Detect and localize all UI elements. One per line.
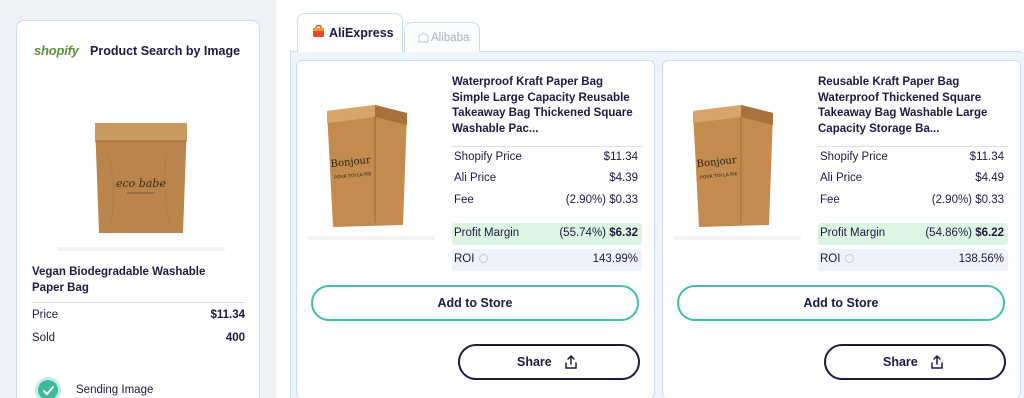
tab-label: Alibaba [431,32,470,44]
profit-label: Profit Margin [820,227,886,239]
profit-amount: $6.22 [975,227,1004,239]
image-shadow [57,247,225,251]
divider [32,302,245,303]
share-button[interactable]: Share [458,344,640,380]
info-icon[interactable] [845,254,855,263]
fee-row: Fee (2.90%) $0.33 [452,190,642,212]
check-icon [35,377,61,398]
info-icon[interactable] [479,254,489,263]
result-title[interactable]: Waterproof Kraft Paper Bag Simple Large … [452,75,642,137]
sold-value: 400 [225,332,245,344]
shopify-price-label: Shopify Price [454,151,522,163]
share-label: Share [517,355,552,369]
price-label: Price [32,309,59,321]
source-product-card: shopify Product Search by Image eco babe… [16,20,260,398]
price-value: $11.34 [210,309,245,321]
shopify-price-row: Shopify Price $11.34 [818,146,1008,168]
result-card: Bonjour POUR TOI LA RIE Reusable Kraft P… [662,60,1021,398]
result-product-image: Bonjour POUR TOI LA RIE [327,105,407,227]
profit-margin-row: Profit Margin (55.74%) $6.32 [452,223,642,245]
ali-price-value: $4.49 [975,172,1004,184]
roi-label-wrap: ROI [454,253,489,265]
roi-label-wrap: ROI [820,253,855,265]
sold-label: Sold [32,332,56,344]
share-icon [931,355,943,369]
profit-margin-row: Profit Margin (54.86%) $6.22 [818,223,1008,245]
fee-value: (2.90%) $0.33 [931,194,1004,206]
profit-value: (55.74%) $6.32 [559,227,638,239]
share-button[interactable]: Share [824,344,1006,380]
roi-row: ROI 143.99% [452,249,642,271]
sending-status: Sending Image [76,384,154,396]
profit-amount: $6.32 [609,227,638,239]
bag-print-text: eco babe [116,177,166,190]
ali-price-row: Ali Price $4.39 [452,168,642,190]
shopify-price-row: Shopify Price $11.34 [452,146,642,168]
result-product-image: Bonjour POUR TOI LA RIE [693,105,773,227]
ali-price-label: Ali Price [820,172,863,184]
tab-alibaba[interactable]: Alibaba [404,22,480,52]
panel-title: Product Search by Image [90,44,241,58]
add-to-store-button[interactable]: Add to Store [677,285,1005,321]
roi-value: 143.99% [592,253,638,265]
fee-label: Fee [454,194,474,206]
roi-row: ROI 138.56% [818,249,1008,271]
ali-price-label: Ali Price [454,172,497,184]
alibaba-icon [418,32,429,43]
result-card: Bonjour POUR TOI LA RIE Waterproof Kraft… [296,60,655,398]
roi-label: ROI [820,253,841,265]
shopify-logo: shopify [34,43,79,58]
roi-label: ROI [454,253,475,265]
result-title[interactable]: Reusable Kraft Paper Bag Waterproof Thic… [818,75,1008,137]
profit-percent: (55.74%) [559,227,607,239]
shopify-price-label: Shopify Price [820,151,888,163]
roi-value: 138.56% [958,253,1004,265]
ali-price-row: Ali Price $4.49 [818,168,1008,190]
share-label: Share [883,355,918,369]
add-to-store-button[interactable]: Add to Store [311,285,639,321]
fee-label: Fee [820,194,840,206]
tab-aliexpress[interactable]: AliExpress [297,13,403,52]
product-image: eco babe [95,123,187,233]
image-shadow [673,236,801,240]
profit-value: (54.86%) $6.22 [925,227,1004,239]
ali-price-value: $4.39 [609,172,638,184]
aliexpress-icon [313,25,324,37]
fee-value: (2.90%) $0.33 [565,194,638,206]
image-shadow [307,236,435,240]
product-name: Vegan Biodegradable Washable Paper Bag [32,266,206,294]
tab-label: AliExpress [329,26,394,40]
fee-row: Fee (2.90%) $0.33 [818,190,1008,212]
shopify-price-value: $11.34 [969,151,1004,163]
share-icon [565,355,577,369]
profit-label: Profit Margin [454,227,520,239]
shopify-price-value: $11.34 [603,151,638,163]
profit-percent: (54.86%) [925,227,973,239]
